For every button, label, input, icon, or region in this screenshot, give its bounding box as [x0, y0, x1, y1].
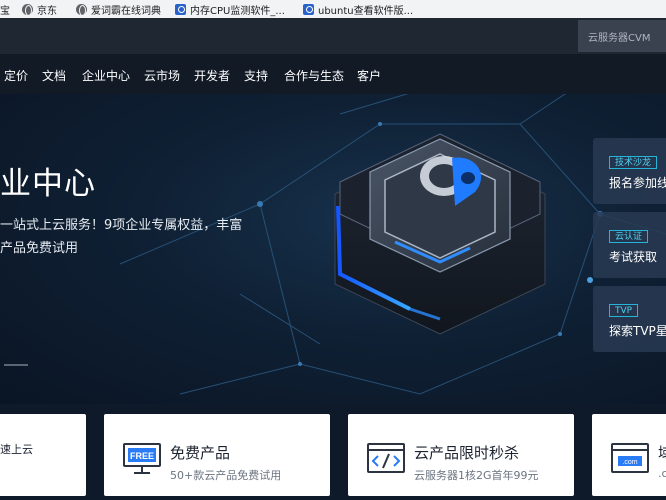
- hero-banner: 业中心 一站式上云服务！9项企业专属权益，丰富 产品免费试用 技术沙龙 报名参加…: [0, 94, 666, 404]
- product-card-free[interactable]: FREE 免费产品 50+款云产品免费试用: [104, 414, 330, 496]
- nav-item-partners[interactable]: 合作与生态: [284, 67, 344, 84]
- product-subtitle: 云服务器1核2G首年99元: [414, 469, 539, 482]
- product-strip: 速上云 FREE 免费产品 50+款云产品免费试用 云产品限时秒杀 云服务器1核…: [0, 404, 666, 500]
- svg-text:.com: .com: [622, 459, 637, 466]
- card-text: 考试获取: [609, 250, 658, 264]
- product-subtitle: 50+款云产品免费试用: [170, 469, 282, 482]
- card-tag: 技术沙龙: [609, 156, 658, 169]
- card-tag: 云认证: [609, 230, 649, 243]
- bookmark-label: 内存CPU监测软件_...: [190, 5, 285, 17]
- product-card[interactable]: 速上云: [0, 414, 86, 496]
- bookmark-item[interactable]: 宝: [0, 0, 10, 18]
- product-title: 免费产品: [170, 444, 231, 462]
- globe-icon: [76, 3, 87, 16]
- nav-item-developer[interactable]: 开发者: [194, 67, 230, 84]
- product-card-flash-sale[interactable]: 云产品限时秒杀 云服务器1核2G首年99元: [348, 414, 574, 496]
- bookmark-item[interactable]: ubuntu查看软件版...: [303, 0, 413, 18]
- hero-description: 一站式上云服务！9项企业专属权益，丰富 产品免费试用: [0, 214, 250, 260]
- side-card-tech-salon[interactable]: 技术沙龙 报名参加线: [593, 138, 666, 204]
- product-title: 域: [658, 444, 666, 462]
- top-header: 云服务器CVM: [0, 18, 666, 54]
- nav-item-enterprise[interactable]: 企业中心: [82, 67, 130, 84]
- bookmarks-bar: 宝 京东 爱词霸在线词典 内存CPU监测软件_... ubuntu查看软件版..…: [0, 0, 666, 18]
- hero-desc-line: 产品免费试用: [0, 241, 79, 256]
- side-card-tvp[interactable]: TVP 探索TVP星: [593, 286, 666, 352]
- card-text: 报名参加线: [609, 176, 666, 190]
- hero-title: 业中心: [0, 166, 96, 202]
- product-card-domain[interactable]: .com 域 .c: [592, 414, 666, 496]
- bookmark-label: 宝: [0, 5, 10, 17]
- bookmark-label: ubuntu查看软件版...: [318, 5, 414, 17]
- product-title: 云产品限时秒杀: [414, 444, 520, 462]
- cvm-label: 云服务器CVM: [588, 32, 651, 44]
- bookmark-item[interactable]: 爱词霸在线词典: [76, 0, 161, 18]
- globe-icon: [22, 3, 33, 16]
- search-hint-cvm[interactable]: 云服务器CVM: [578, 20, 666, 52]
- nav-item-pricing[interactable]: 定价: [4, 67, 28, 84]
- card-tag: TVP: [609, 304, 639, 317]
- bookmark-item[interactable]: 内存CPU监测软件_...: [175, 0, 285, 18]
- bookmark-item[interactable]: 京东: [22, 0, 57, 18]
- nav-item-support[interactable]: 支持: [244, 67, 268, 84]
- nav-item-marketplace[interactable]: 云市场: [144, 67, 180, 84]
- svg-text:FREE: FREE: [130, 451, 154, 461]
- code-window-icon: [367, 443, 405, 473]
- bookmark-icon: [303, 3, 314, 15]
- carousel-indicator[interactable]: [4, 364, 28, 366]
- nav-item-docs[interactable]: 文档: [42, 67, 66, 84]
- hero-desc-line: 一站式上云服务！9项企业专属权益，丰富: [0, 218, 243, 233]
- main-nav: 定价 文档 企业中心 云市场 开发者 支持 合作与生态 客户: [0, 54, 666, 94]
- card-text: 探索TVP星: [609, 324, 666, 338]
- bookmark-label: 京东: [37, 5, 57, 17]
- product-subtitle: .c: [658, 467, 666, 480]
- bookmark-icon: [175, 3, 186, 15]
- nav-item-customers[interactable]: 客户: [357, 67, 381, 84]
- bookmark-label: 爱词霸在线词典: [91, 5, 161, 17]
- product-subtitle: 速上云: [0, 443, 33, 456]
- domain-browser-icon: .com: [611, 443, 649, 473]
- free-badge-icon: FREE: [123, 443, 161, 474]
- side-card-certification[interactable]: 云认证 考试获取: [593, 212, 666, 278]
